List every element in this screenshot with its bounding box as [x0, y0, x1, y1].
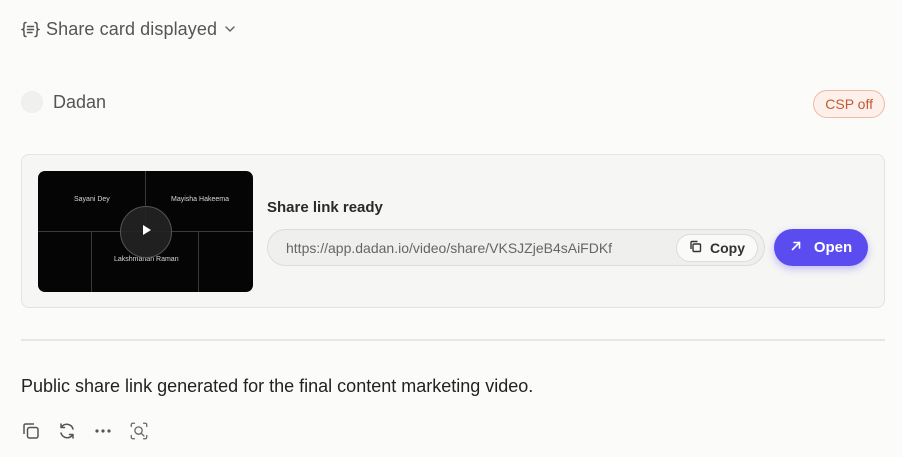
play-button[interactable]: [120, 206, 172, 258]
share-url-field[interactable]: https://app.dadan.io/video/share/VKSJZje…: [267, 229, 765, 266]
user-name: Dadan: [53, 91, 107, 112]
status-badge: CSP off: [813, 90, 885, 118]
copy-button-label: Copy: [710, 240, 745, 256]
user-row: Dadan: [21, 91, 106, 113]
assistant-message: Public share link generated for the fina…: [21, 376, 534, 396]
more-icon[interactable]: [93, 420, 113, 442]
chevron-down-icon: [223, 22, 237, 36]
chat-message-container: Share card displayed Dadan CSP off Sayan…: [0, 0, 902, 457]
braces-list-icon: [21, 20, 40, 39]
inspect-icon[interactable]: [129, 420, 149, 442]
divider: [21, 339, 885, 341]
participant-name: Mayisha Hakeema: [171, 196, 229, 203]
share-link-label: Share link ready: [267, 199, 383, 216]
play-icon: [139, 223, 153, 242]
open-button[interactable]: Open: [774, 229, 868, 266]
copy-button[interactable]: Copy: [676, 234, 758, 262]
tool-call-title: Share card displayed: [46, 18, 218, 39]
message-actions: [21, 420, 149, 442]
open-button-label: Open: [813, 239, 853, 256]
arrow-up-right-icon: [790, 239, 802, 256]
tool-call-header[interactable]: Share card displayed: [21, 17, 237, 41]
copy-icon[interactable]: [21, 420, 41, 442]
share-url-text: https://app.dadan.io/video/share/VKSJZje…: [286, 240, 613, 256]
share-card: Sayani Dey Mayisha Hakeema Lakshmanan Ra…: [21, 154, 885, 308]
refresh-icon[interactable]: [57, 420, 77, 442]
participant-name: Sayani Dey: [74, 196, 110, 203]
avatar: [21, 91, 43, 113]
video-thumbnail[interactable]: Sayani Dey Mayisha Hakeema Lakshmanan Ra…: [38, 171, 253, 292]
copy-icon: [689, 240, 702, 256]
